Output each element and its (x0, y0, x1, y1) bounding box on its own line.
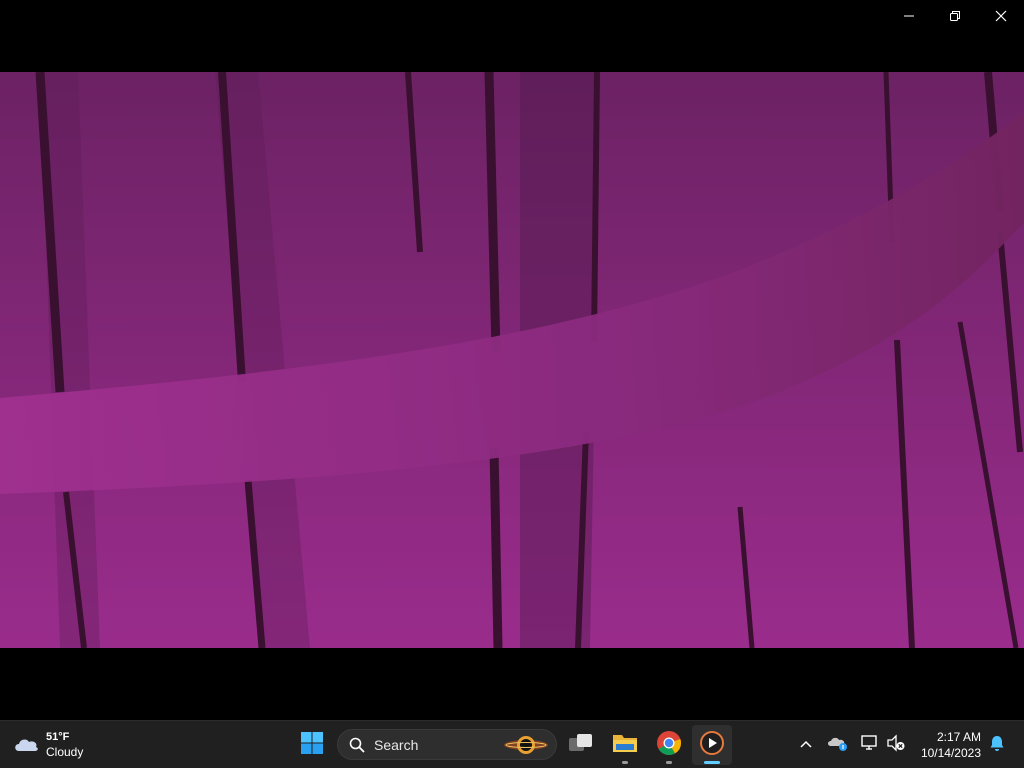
minimize-icon (903, 10, 915, 22)
chrome-icon (656, 730, 682, 761)
folder-icon (612, 732, 638, 759)
bell-icon (989, 734, 1005, 757)
windows-logo-icon (300, 731, 324, 760)
weather-widget[interactable]: 51°F Cloudy (12, 727, 83, 763)
cloud-icon (12, 733, 40, 758)
active-indicator (704, 761, 720, 764)
task-view-button[interactable] (561, 725, 601, 765)
running-indicator (666, 761, 672, 764)
volume-button[interactable] (884, 733, 908, 757)
search-icon (348, 736, 366, 754)
search-highlight-icon (502, 733, 550, 762)
media-player-window (0, 0, 1024, 720)
network-icon (860, 734, 880, 757)
close-button[interactable] (978, 0, 1024, 32)
media-player-button[interactable] (692, 725, 732, 765)
video-content (0, 72, 1024, 648)
running-indicator (622, 761, 628, 764)
chevron-up-icon (799, 736, 813, 754)
close-icon (995, 10, 1007, 22)
clock[interactable]: 2:17 AM 10/14/2023 (921, 729, 981, 761)
restore-icon (949, 10, 961, 22)
weather-temperature: 51°F (46, 731, 70, 743)
search-box[interactable]: Search (337, 729, 557, 760)
clock-date: 10/14/2023 (920, 746, 981, 760)
taskbar: 51°F Cloudy Search 2:17 AM 10/14/2023 (0, 720, 1024, 768)
restore-button[interactable] (932, 0, 978, 32)
task-view-icon (568, 732, 594, 759)
start-button[interactable] (296, 729, 328, 761)
clock-time: 2:17 AM (936, 730, 981, 744)
show-hidden-icons-button[interactable] (794, 733, 818, 757)
chrome-button[interactable] (649, 725, 689, 765)
media-player-icon (699, 730, 725, 761)
video-frame[interactable] (0, 72, 1024, 648)
volume-muted-icon (886, 733, 906, 757)
weather-condition: Cloudy (46, 745, 84, 759)
network-button[interactable] (858, 733, 882, 757)
title-bar[interactable] (0, 0, 1024, 34)
minimize-button[interactable] (886, 0, 932, 32)
notifications-button[interactable] (985, 733, 1009, 757)
search-label: Search (374, 736, 419, 753)
onedrive-button[interactable] (826, 733, 850, 757)
onedrive-icon (827, 734, 849, 757)
file-explorer-button[interactable] (605, 725, 645, 765)
